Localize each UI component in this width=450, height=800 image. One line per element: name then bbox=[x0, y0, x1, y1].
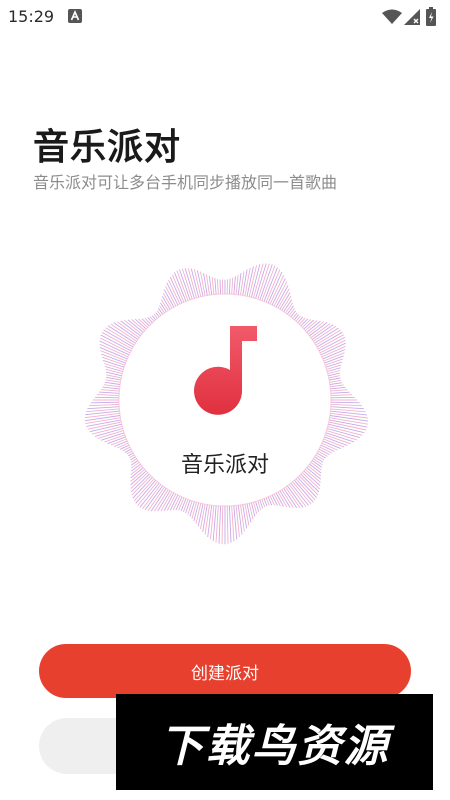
a-notification-icon bbox=[68, 9, 82, 23]
page-title: 音乐派对 bbox=[33, 127, 182, 168]
status-bar: 15:29 bbox=[0, 0, 450, 34]
battery-icon bbox=[426, 7, 436, 26]
watermark: 下载鸟资源 bbox=[116, 694, 433, 790]
watermark-text: 下载鸟资源 bbox=[159, 721, 390, 772]
music-party-visual: 音乐派对 bbox=[75, 250, 375, 550]
create-party-button[interactable]: 创建派对 bbox=[39, 644, 411, 698]
status-time: 15:29 bbox=[8, 7, 55, 26]
music-note-icon bbox=[194, 326, 257, 415]
wifi-icon bbox=[382, 9, 402, 24]
signal-icon bbox=[404, 9, 420, 25]
create-party-label: 创建派对 bbox=[191, 663, 259, 684]
visual-label: 音乐派对 bbox=[180, 453, 269, 478]
status-icons bbox=[382, 7, 442, 27]
page-subtitle: 音乐派对可让多台手机同步播放同一首歌曲 bbox=[33, 173, 338, 192]
